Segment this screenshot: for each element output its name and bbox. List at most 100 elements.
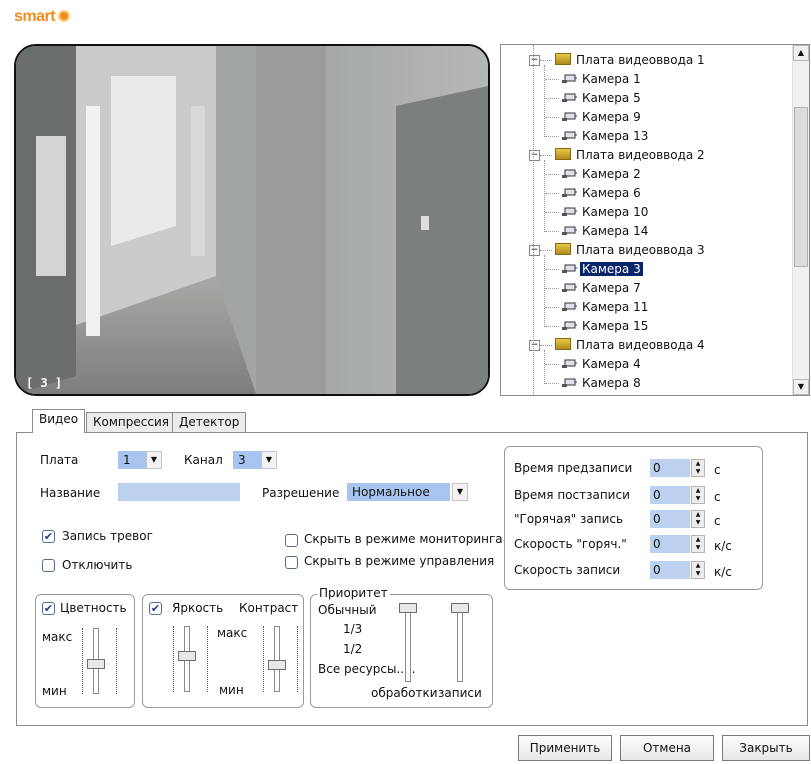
resolution-dropdown-arrow[interactable]: ▼: [452, 483, 468, 501]
camera-icon: [562, 93, 577, 102]
tree-item-camera[interactable]: Камера 1: [545, 70, 643, 88]
tree-item-label: Плата видеоввода 2: [576, 148, 705, 162]
alarm-record-checkbox[interactable]: ✔: [42, 530, 55, 543]
spin-up-icon[interactable]: ▲: [692, 460, 704, 468]
spin-down-icon[interactable]: ▼: [692, 519, 704, 527]
collapse-icon[interactable]: −: [529, 340, 540, 351]
brightness-label: Яркость: [172, 601, 224, 615]
hide-monitoring-checkbox[interactable]: [285, 534, 298, 547]
record-time-unit: с: [714, 514, 721, 528]
tree-item-camera[interactable]: Камера 5: [545, 89, 643, 107]
tree-item-camera[interactable]: Камера 10: [545, 203, 650, 221]
brightness-checkbox[interactable]: ✔: [149, 602, 162, 615]
priority-level-all: Все ресурсы.....: [318, 662, 416, 676]
processing-priority-track[interactable]: [405, 608, 411, 682]
tree-connector: [545, 117, 559, 118]
tree-item-camera[interactable]: Камера 15: [545, 317, 650, 335]
channel-dropdown-arrow[interactable]: ▼: [261, 451, 277, 469]
collapse-icon[interactable]: −: [529, 55, 540, 66]
brightness-ticks-left: [173, 626, 177, 692]
collapse-icon[interactable]: −: [529, 245, 540, 256]
camera-icon: [562, 378, 577, 387]
camera-frame-image: [16, 46, 488, 394]
resolution-select[interactable]: Нормальное: [347, 483, 450, 501]
tree-item-label: Камера 13: [582, 129, 649, 143]
tree-guide-line: [544, 255, 545, 327]
tree-item-camera[interactable]: Камера 7: [545, 279, 643, 297]
record-time-input[interactable]: 0: [650, 510, 690, 528]
tree-item-camera[interactable]: Камера 8: [545, 374, 643, 392]
tree-connector: [545, 269, 559, 270]
tree-item-board[interactable]: − Плата видеоввода 2: [529, 146, 707, 164]
records-priority-track[interactable]: [457, 608, 463, 682]
camera-icon: [562, 226, 577, 235]
tree-item-camera[interactable]: Камера 3: [545, 260, 644, 278]
tree-item-camera[interactable]: Камера 11: [545, 298, 650, 316]
tab-compression[interactable]: Компрессия: [86, 412, 176, 432]
tree-item-board[interactable]: − Плата видеоввода 3: [529, 241, 707, 259]
color-slider-thumb[interactable]: [87, 658, 105, 669]
spin-down-icon[interactable]: ▼: [692, 570, 704, 578]
record-time-input[interactable]: 0: [650, 535, 690, 553]
tree-item-label: Камера 14: [582, 224, 649, 238]
collapse-icon[interactable]: −: [529, 150, 540, 161]
records-priority-thumb[interactable]: [451, 603, 469, 613]
tab-detector[interactable]: Детектор: [172, 412, 247, 432]
scroll-thumb[interactable]: [794, 107, 808, 267]
spin-down-icon[interactable]: ▼: [692, 495, 704, 503]
tree-guide-line: [544, 160, 545, 232]
scroll-up-button[interactable]: ▲: [793, 45, 809, 61]
close-button[interactable]: Закрыть: [722, 735, 810, 761]
video-board-icon: [555, 338, 571, 350]
record-time-input[interactable]: 0: [650, 459, 690, 477]
record-time-input[interactable]: 0: [650, 486, 690, 504]
contrast-slider-thumb[interactable]: [268, 659, 286, 670]
tree-item-camera[interactable]: Камера 2: [545, 165, 643, 183]
contrast-ticks-right: [297, 626, 301, 692]
tree-item-camera[interactable]: Камера 6: [545, 184, 643, 202]
record-time-input[interactable]: 0: [650, 561, 690, 579]
brightness-slider-thumb[interactable]: [178, 651, 196, 662]
spin-button[interactable]: ▲ ▼: [691, 510, 705, 528]
tree-item-label: Камера 1: [582, 72, 641, 86]
spin-button[interactable]: ▲ ▼: [691, 459, 705, 477]
cancel-button[interactable]: Отмена: [620, 735, 714, 761]
tree-view[interactable]: − Плата видеоввода 1 Камера 1 Камера 5 Камер…: [501, 45, 793, 395]
tree-connector: [540, 250, 552, 251]
tree-connector: [545, 307, 559, 308]
spin-down-icon[interactable]: ▼: [692, 468, 704, 476]
board-dropdown-arrow[interactable]: ▼: [146, 451, 162, 469]
priority-level-third: 1/3: [343, 622, 363, 636]
tree-item-board[interactable]: − Плата видеоввода 4: [529, 336, 707, 354]
spin-down-icon[interactable]: ▼: [692, 544, 704, 552]
spin-button[interactable]: ▲ ▼: [691, 561, 705, 579]
tree-connector: [545, 193, 559, 194]
camera-tree[interactable]: − Плата видеоввода 1 Камера 1 Камера 5 Камер…: [500, 44, 810, 396]
spin-up-icon[interactable]: ▲: [692, 511, 704, 519]
tree-item-camera[interactable]: Камера 4: [545, 355, 643, 373]
tree-item-camera[interactable]: Камера 14: [545, 222, 650, 240]
brightness-min-label: мин: [219, 683, 244, 697]
color-checkbox[interactable]: ✔: [42, 602, 55, 615]
name-input[interactable]: [118, 483, 240, 501]
channel-select[interactable]: 3: [233, 451, 261, 469]
hide-control-checkbox[interactable]: [285, 556, 298, 569]
spin-up-icon[interactable]: ▲: [692, 487, 704, 495]
record-time-label: Время постзаписи: [514, 488, 630, 502]
channel-label-text: Канал: [184, 453, 223, 467]
apply-button[interactable]: Применить: [518, 735, 612, 761]
tree-item-board[interactable]: − Плата видеоввода 1: [529, 51, 707, 69]
tree-scrollbar[interactable]: ▲ ▼: [792, 45, 809, 395]
tab-video[interactable]: Видео: [32, 409, 86, 433]
processing-priority-thumb[interactable]: [399, 603, 417, 613]
spin-up-icon[interactable]: ▲: [692, 562, 704, 570]
scroll-down-button[interactable]: ▼: [793, 379, 809, 395]
tree-item-camera[interactable]: Камера 13: [545, 127, 650, 145]
tree-item-camera[interactable]: Камера 9: [545, 108, 643, 126]
spin-button[interactable]: ▲ ▼: [691, 486, 705, 504]
disable-checkbox[interactable]: [42, 559, 55, 572]
board-select[interactable]: 1: [118, 451, 146, 469]
spin-up-icon[interactable]: ▲: [692, 536, 704, 544]
camera-icon: [562, 188, 577, 197]
spin-button[interactable]: ▲ ▼: [691, 535, 705, 553]
